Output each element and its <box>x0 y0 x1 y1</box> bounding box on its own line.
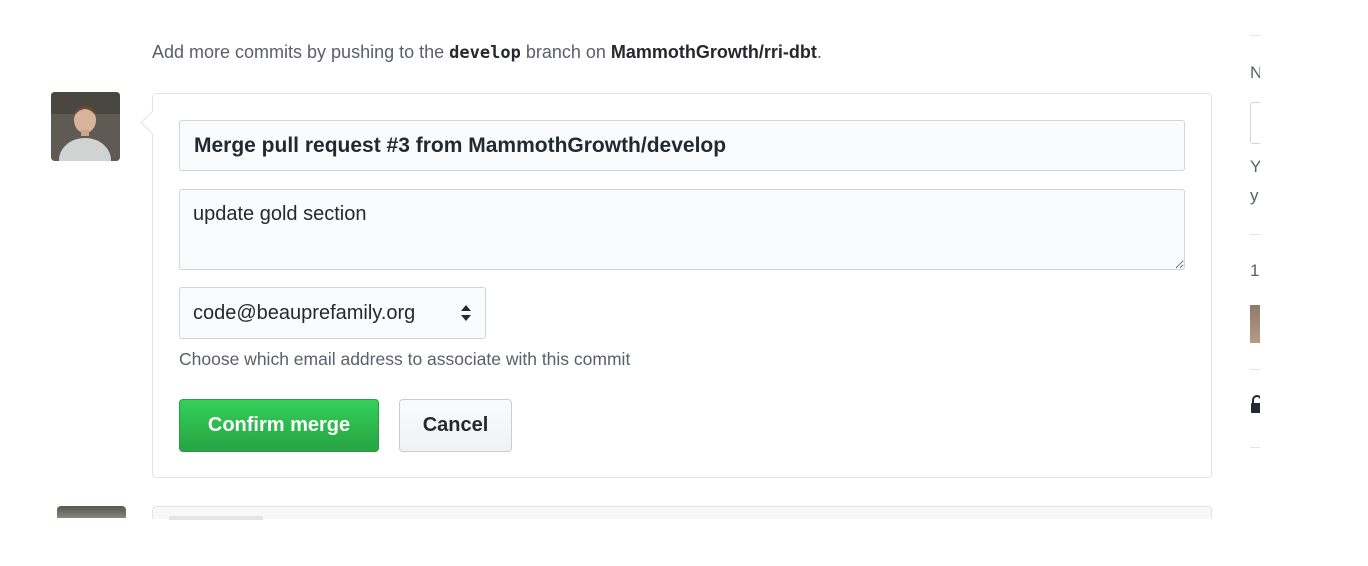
timeline-item-header <box>169 516 263 520</box>
merge-page: Add more commits by pushing to the devel… <box>0 0 1368 566</box>
sidebar-participants-count: 1 <box>1250 261 1260 280</box>
sidebar-divider <box>1250 369 1260 370</box>
next-timeline-item <box>152 506 1212 520</box>
sidebar-divider <box>1250 35 1260 36</box>
confirm-merge-button[interactable]: Confirm merge <box>179 399 379 452</box>
merge-form: update gold section code@beauprefamily.o… <box>152 93 1212 478</box>
email-help-text: Choose which email address to associate … <box>179 349 631 369</box>
sidebar-divider <box>1250 234 1260 235</box>
hint-middle: branch on <box>525 42 606 62</box>
sidebar-text-line: y <box>1250 186 1259 205</box>
avatar-photo <box>51 92 120 161</box>
email-select-value: code@beauprefamily.org <box>193 301 416 324</box>
commit-message-textarea[interactable]: update gold section <box>179 189 1185 270</box>
sidebar-clipped: N Y y 1 <box>1250 0 1260 566</box>
branch-name: develop <box>449 43 521 63</box>
repo-name: MammothGrowth/rri-dbt <box>610 42 817 62</box>
up-down-caret-icon <box>460 304 472 322</box>
cancel-button[interactable]: Cancel <box>399 399 512 452</box>
commit-title-input[interactable] <box>179 120 1185 171</box>
lock-icon[interactable] <box>1250 394 1260 419</box>
avatar[interactable] <box>57 506 126 518</box>
sidebar-text-line: Y <box>1250 157 1260 176</box>
participant-avatar[interactable] <box>1250 305 1260 343</box>
sidebar-button[interactable] <box>1250 102 1260 144</box>
email-select[interactable]: code@beauprefamily.org <box>179 287 486 339</box>
sidebar-heading: N <box>1250 63 1260 82</box>
hint-prefix: Add more commits by pushing to the <box>152 42 445 62</box>
push-commits-hint: Add more commits by pushing to the devel… <box>152 42 822 63</box>
avatar[interactable] <box>51 92 120 161</box>
hint-suffix: . <box>816 42 822 62</box>
sidebar-divider <box>1250 447 1260 448</box>
